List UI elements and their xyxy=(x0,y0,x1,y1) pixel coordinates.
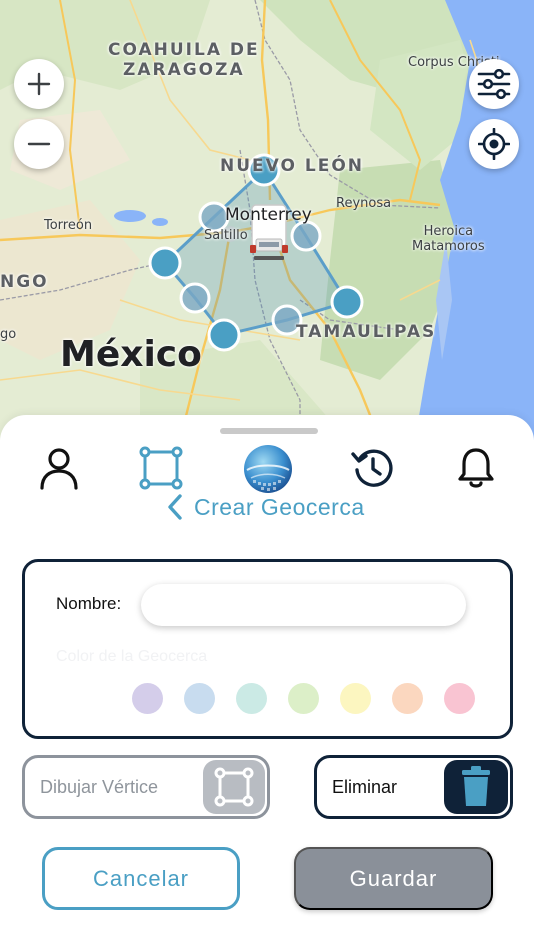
vertex-square-icon xyxy=(214,767,254,807)
map-label-country: México xyxy=(60,334,202,375)
map-label-torreon: Torreón xyxy=(44,218,93,233)
save-button[interactable]: Guardar xyxy=(294,847,493,910)
map-label-coahuila: COAHUILA DE ZARAGOZA xyxy=(108,40,260,80)
page-title: Crear Geocerca xyxy=(194,493,365,520)
breadcrumb: Crear Geocerca xyxy=(166,491,365,523)
midpoint-handle[interactable] xyxy=(198,201,230,233)
nav-home-logo[interactable] xyxy=(242,443,294,495)
color-swatches xyxy=(132,683,475,714)
midpoint-handle[interactable] xyxy=(290,220,322,252)
color-swatch-green[interactable] xyxy=(288,683,319,714)
map-label-nuevo-leon: NUEVO LEÓN xyxy=(220,156,364,176)
delete-label: Eliminar xyxy=(332,777,398,797)
history-icon xyxy=(351,449,393,487)
vertex-handle[interactable] xyxy=(330,285,364,319)
map-label-reynosa: Reynosa xyxy=(336,196,392,211)
user-icon xyxy=(40,448,78,490)
draw-vertex-button[interactable] xyxy=(203,760,265,814)
name-input[interactable] xyxy=(141,584,466,626)
color-swatch-lavender[interactable] xyxy=(132,683,163,714)
crosshair-icon xyxy=(478,128,510,160)
map-label-saltillo: Saltillo xyxy=(204,228,248,243)
zoom-in-button[interactable] xyxy=(14,59,64,109)
chevron-left-icon[interactable] xyxy=(166,493,184,521)
midpoint-handle[interactable] xyxy=(179,282,211,314)
color-swatch-blue[interactable] xyxy=(184,683,215,714)
map-label-tamaulipas: TAMAULIPAS xyxy=(296,322,437,342)
draw-vertex-control[interactable]: Dibujar Vértice xyxy=(22,755,270,819)
nav-notifications[interactable] xyxy=(452,444,500,492)
locate-button[interactable] xyxy=(469,119,519,169)
zoom-out-button[interactable] xyxy=(14,119,64,169)
minus-icon xyxy=(27,142,51,146)
color-label: Color de la Geocerca xyxy=(56,648,208,665)
color-swatch-peach[interactable] xyxy=(392,683,423,714)
delete-control[interactable]: Eliminar xyxy=(314,755,513,819)
polygon-icon xyxy=(139,446,183,490)
sliders-icon xyxy=(477,69,511,99)
bottom-sheet: Crear Geocerca Nombre: Color de la Geoce… xyxy=(0,415,534,950)
draw-vertex-label: Dibujar Vértice xyxy=(40,777,159,797)
nav-history[interactable] xyxy=(349,444,397,492)
vertex-handle[interactable] xyxy=(148,246,182,280)
trash-icon xyxy=(462,766,490,806)
map-label-monterrey: Monterrey xyxy=(225,205,312,225)
filter-button[interactable] xyxy=(469,59,519,109)
color-swatch-pink[interactable] xyxy=(444,683,475,714)
globe-logo-icon xyxy=(244,445,292,493)
map-view[interactable]: COAHUILA DE ZARAGOZA NUEVO LEÓN TAMAULIP… xyxy=(0,0,534,440)
map-label-durango-fragment: NGO xyxy=(0,272,49,292)
map-label-city-fragment: go xyxy=(0,327,17,342)
map-label-heroica-matamoros: Heroica Matamoros xyxy=(412,224,485,254)
drag-handle[interactable] xyxy=(220,428,318,434)
nav-geofence[interactable] xyxy=(137,444,185,492)
name-label: Nombre: xyxy=(56,594,122,613)
geofence-form-card: Nombre: Color de la Geocerca xyxy=(22,559,513,739)
plus-icon xyxy=(27,72,51,96)
nav-user[interactable] xyxy=(35,444,83,492)
cancel-button[interactable]: Cancelar xyxy=(42,847,240,910)
vertex-handle[interactable] xyxy=(207,318,241,352)
color-swatch-mint[interactable] xyxy=(236,683,267,714)
bell-icon xyxy=(458,448,494,488)
color-swatch-yellow[interactable] xyxy=(340,683,371,714)
delete-button[interactable] xyxy=(444,760,508,814)
